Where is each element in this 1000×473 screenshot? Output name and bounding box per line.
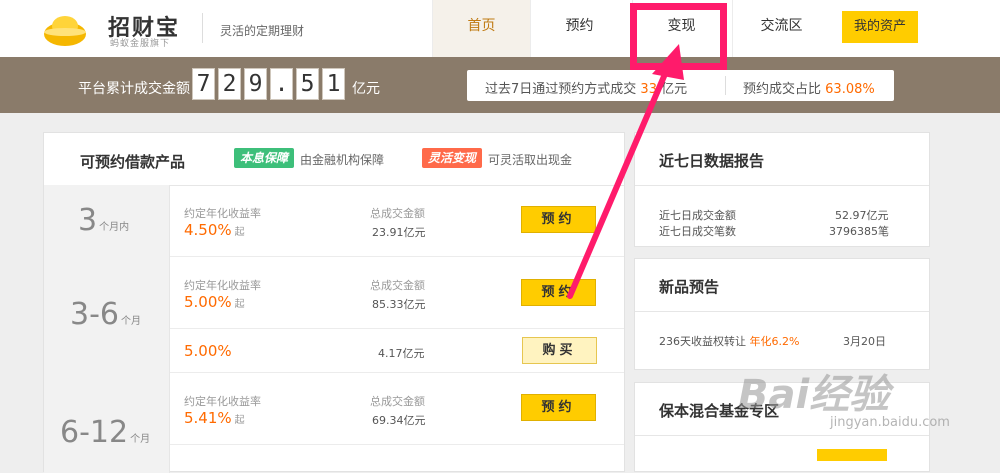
preview-item-date: 3月20日	[843, 335, 886, 348]
watermark: Bai经验	[738, 372, 890, 418]
flexible-cash-desc: 可灵活取出现金	[488, 153, 573, 167]
reserve-button[interactable]: 预约	[521, 279, 596, 306]
panel-divider	[635, 311, 929, 312]
product-row: 约定年化收益率 5.41% 起 总成交金额 69.34亿元 预约	[170, 373, 624, 445]
counter-digit: 1	[322, 68, 345, 100]
counter-digit: 9	[244, 68, 267, 100]
term-number: 3	[78, 203, 98, 238]
buy-button[interactable]: 购买	[522, 337, 597, 364]
stats-box: 过去7日通过预约方式成交 33 亿元 预约成交占比 63.08%	[467, 70, 894, 101]
weekly-reserve-prefix: 过去7日通过预约方式成交	[485, 82, 637, 97]
term-cell-3-6m: 3-6 个月	[44, 257, 170, 373]
product-row: 5.00% 4.17亿元 购买	[170, 329, 624, 373]
weekly-amount-value: 52.97亿元	[835, 209, 889, 222]
products-header: 可预约借款产品 本息保障 由金融机构保障 灵活变现 可灵活取出现金	[44, 133, 624, 186]
products-panel: 可预约借款产品 本息保障 由金融机构保障 灵活变现 可灵活取出现金 3 个月内 3…	[43, 132, 625, 473]
weekly-reserve-value: 33	[640, 82, 657, 97]
panel-divider	[635, 435, 929, 436]
watermark-url: jingyan.baidu.com	[830, 415, 950, 430]
amount-label: 总成交金额	[370, 207, 425, 220]
reserve-ratio-stat: 预约成交占比 63.08%	[743, 78, 875, 97]
total-volume-unit: 亿元	[352, 81, 380, 97]
term-unit: 个月	[130, 434, 151, 445]
rate-label: 约定年化收益率	[184, 395, 261, 408]
rate-value: 5.00%	[184, 342, 232, 360]
reserve-ratio-value: 63.08%	[825, 82, 875, 97]
guarantee-desc: 由金融机构保障	[300, 153, 385, 167]
nav-reserve[interactable]: 预约	[530, 0, 628, 57]
preview-title: 新品预告	[659, 278, 720, 296]
term-cell-3m: 3 个月内	[44, 185, 170, 257]
term-number: 3-6	[70, 297, 119, 332]
weekly-count-label: 近七日成交笔数	[659, 225, 736, 238]
rate-label: 约定年化收益率	[184, 279, 261, 292]
weekly-amount-label: 近七日成交金额	[659, 209, 736, 222]
product-row: 约定年化收益率 4.50% 起 总成交金额 23.91亿元 预约	[170, 185, 624, 257]
counter-digit: 5	[296, 68, 319, 100]
rate-suffix: 起	[234, 227, 245, 238]
weekly-count-value: 3796385笔	[829, 225, 889, 238]
preview-item-name: 236天收益权转让	[659, 335, 746, 348]
panel-divider	[635, 185, 929, 186]
stats-divider	[725, 76, 726, 95]
rate-suffix: 起	[234, 415, 245, 426]
amount-value: 23.91亿元	[372, 226, 426, 239]
weekly-reserve-stat: 过去7日通过预约方式成交 33 亿元	[485, 78, 687, 97]
my-assets-button[interactable]: 我的资产	[842, 11, 918, 43]
term-unit: 个月内	[99, 222, 130, 233]
reserve-button[interactable]: 预约	[521, 394, 596, 421]
term-value: 3 个月内	[78, 203, 129, 238]
term-value: 3-6 个月	[70, 297, 141, 332]
rate-number: 5.41%	[184, 409, 232, 427]
products-title: 可预约借款产品	[80, 153, 186, 171]
nav-home[interactable]: 首页	[432, 0, 530, 57]
reserve-button[interactable]: 预约	[521, 206, 596, 233]
weekly-report-panel: 近七日数据报告 近七日成交金额 52.97亿元 近七日成交笔数 3796385笔	[634, 132, 930, 247]
reserve-ratio-prefix: 预约成交占比	[743, 82, 822, 97]
nav-forum[interactable]: 交流区	[732, 0, 830, 57]
top-header: 招财宝 蚂蚁金服旗下 灵活的定期理财 首页 预约 变现 交流区 我的资产	[0, 0, 1000, 57]
term-unit: 个月	[121, 316, 141, 327]
rate-number: 5.00%	[184, 293, 232, 311]
highlight-box	[630, 3, 727, 70]
flexible-cash-badge: 灵活变现	[422, 148, 483, 168]
term-value: 6-12 个月	[60, 415, 150, 450]
counter-digit: 7	[192, 68, 215, 100]
rate-value: 5.00% 起	[184, 293, 245, 311]
term-cell-6-12m: 6-12 个月	[44, 373, 170, 473]
amount-label: 总成交金额	[370, 279, 425, 292]
preview-item[interactable]: 236天收益权转让 年化6.2%	[659, 333, 799, 349]
weekly-reserve-unit: 亿元	[661, 82, 688, 97]
rate-suffix: 起	[234, 299, 245, 310]
counter-digit: 2	[218, 68, 241, 100]
amount-value: 4.17亿元	[378, 347, 425, 360]
preview-item-rate: 年化6.2%	[749, 335, 800, 348]
logo-icon	[44, 16, 86, 46]
product-row: 约定年化收益率 5.00% 起 总成交金额 85.33亿元 预约	[170, 257, 624, 329]
preview-panel: 新品预告 236天收益权转让 年化6.2% 3月20日	[634, 258, 930, 370]
guarantee-badge: 本息保障	[234, 148, 295, 168]
stats-banner: 平台累计成交金额 7 2 9 . 5 1 亿元 过去7日通过预约方式成交 33 …	[0, 57, 1000, 113]
amount-value: 69.34亿元	[372, 414, 426, 427]
fund-banner-graphic	[817, 449, 887, 461]
rate-label: 约定年化收益率	[184, 207, 261, 220]
total-volume-label: 平台累计成交金额	[78, 81, 190, 97]
amount-label: 总成交金额	[370, 395, 425, 408]
logo-subtitle: 蚂蚁金服旗下	[110, 39, 171, 49]
logo-divider	[202, 13, 203, 43]
rate-value: 4.50% 起	[184, 221, 245, 239]
logo-slogan: 灵活的定期理财	[220, 24, 305, 38]
counter-digit: .	[270, 68, 293, 100]
weekly-report-title: 近七日数据报告	[659, 152, 765, 170]
rate-value: 5.41% 起	[184, 409, 245, 427]
rate-number: 4.50%	[184, 221, 232, 239]
term-number: 6-12	[60, 415, 129, 450]
amount-value: 85.33亿元	[372, 298, 426, 311]
